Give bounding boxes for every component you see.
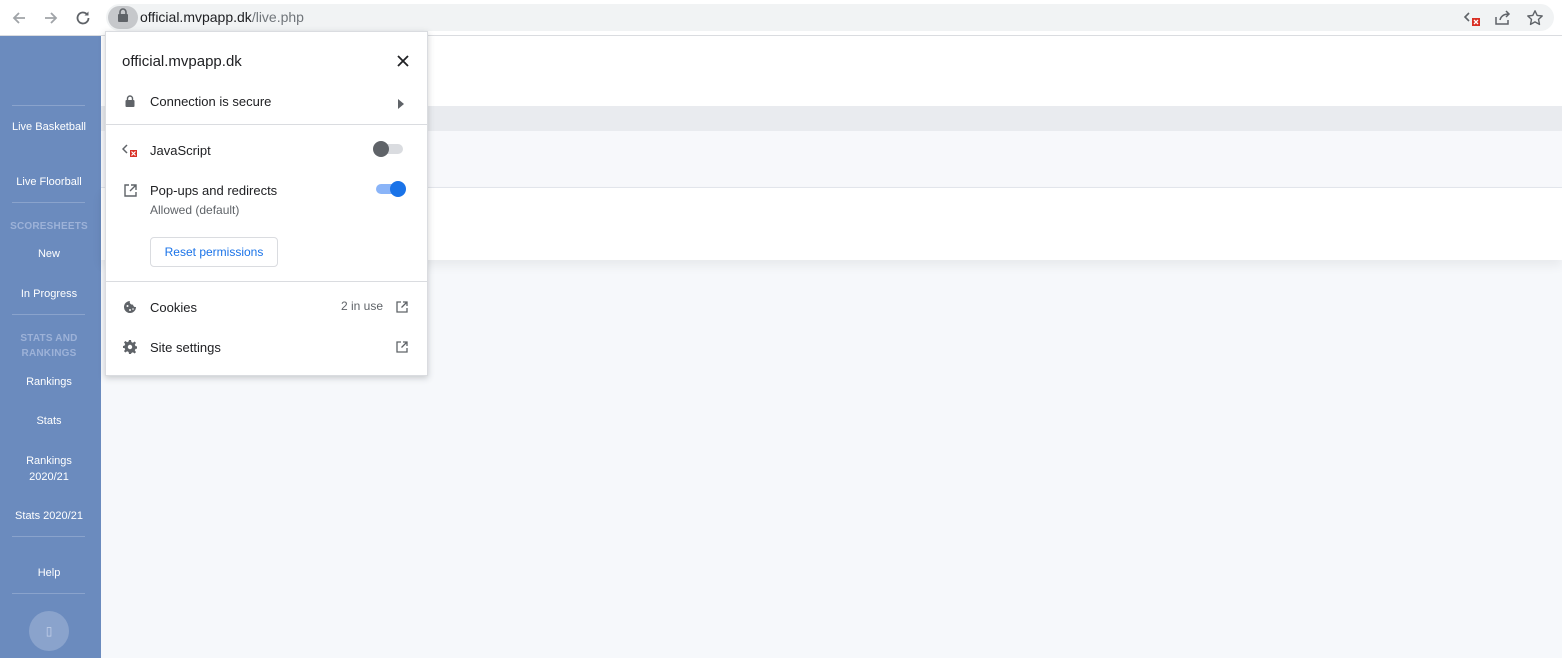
gear-icon — [122, 339, 138, 355]
sidebar-divider — [12, 314, 85, 315]
javascript-toggle[interactable] — [373, 141, 405, 157]
avatar-icon: ▯ — [45, 624, 53, 638]
back-arrow-icon[interactable] — [8, 7, 30, 29]
sidebar-divider — [12, 105, 85, 106]
javascript-blocked-icon — [122, 142, 138, 158]
javascript-label: JavaScript — [150, 143, 211, 158]
sidebar-section-scoresheets: SCORESHEETS — [10, 221, 88, 232]
popup-divider — [106, 281, 427, 282]
site-info-popup: official.mvpapp.dk Connection is secure … — [105, 31, 428, 376]
sidebar-item-help[interactable]: Help — [0, 565, 98, 581]
popups-toggle[interactable] — [376, 181, 408, 197]
sidebar-divider — [12, 202, 85, 203]
popup-domain: official.mvpapp.dk — [122, 53, 242, 70]
javascript-blocked-icon[interactable] — [1462, 8, 1482, 28]
forward-arrow-icon[interactable] — [40, 7, 62, 29]
url-path: /live.php — [251, 9, 304, 25]
sidebar-item-stats[interactable]: Stats — [0, 413, 98, 429]
cookie-icon — [122, 299, 138, 315]
reload-icon[interactable] — [72, 7, 94, 29]
popups-label: Pop-ups and redirects — [150, 183, 278, 198]
sidebar-item-in-progress[interactable]: In Progress — [0, 286, 98, 302]
connection-label: Connection is secure — [150, 94, 272, 109]
sidebar-section-stats: STATS AND RANKINGS — [20, 333, 78, 359]
lock-icon — [122, 93, 138, 109]
sidebar-item-live-basketball[interactable]: Live Basketball — [0, 119, 98, 135]
popup-divider — [106, 124, 427, 125]
sidebar-item-rankings-2020-21[interactable]: Rankings 2020/21 — [0, 453, 98, 485]
sidebar-item-rankings[interactable]: Rankings — [0, 374, 98, 390]
share-icon[interactable] — [1493, 8, 1513, 28]
site-info-button[interactable] — [108, 6, 138, 29]
bookmark-star-icon[interactable] — [1525, 8, 1545, 28]
reset-permissions-button[interactable]: Reset permissions — [150, 237, 278, 267]
external-link-icon — [395, 300, 409, 314]
site-settings-label: Site settings — [150, 340, 221, 355]
lock-icon — [117, 8, 129, 27]
url-domain: official.mvpapp.dk — [140, 9, 252, 25]
close-icon[interactable] — [394, 52, 412, 70]
sidebar-item-stats-2020-21[interactable]: Stats 2020/21 — [0, 508, 98, 524]
cookies-count: 2 in use — [341, 299, 384, 313]
avatar[interactable]: ▯ — [29, 611, 69, 651]
external-link-icon — [122, 182, 138, 198]
sidebar: Live Basketball Live Floorball SCORESHEE… — [0, 36, 101, 658]
popups-sublabel: Allowed (default) — [150, 203, 240, 217]
external-link-icon — [395, 340, 409, 354]
chevron-right-icon — [398, 96, 404, 114]
sidebar-divider — [12, 593, 85, 594]
sidebar-divider — [12, 536, 85, 537]
url-text[interactable]: official.mvpapp.dk/live.php — [140, 9, 304, 25]
cookies-label: Cookies — [150, 300, 197, 315]
address-bar[interactable]: official.mvpapp.dk/live.php — [106, 4, 1554, 31]
sidebar-item-live-floorball[interactable]: Live Floorball — [0, 174, 98, 190]
sidebar-item-new[interactable]: New — [0, 246, 98, 262]
